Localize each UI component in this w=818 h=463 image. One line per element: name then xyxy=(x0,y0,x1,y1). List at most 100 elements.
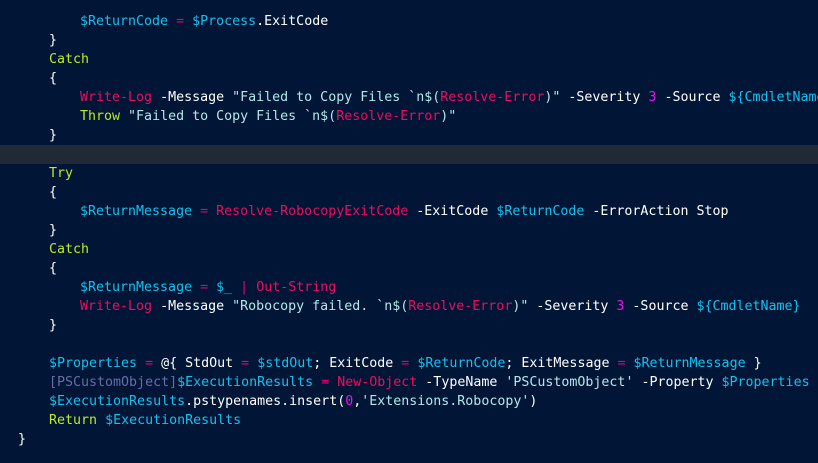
code-token: [PSCustomObject] xyxy=(49,375,178,390)
code-token: { xyxy=(49,185,58,200)
code-line[interactable]: $Properties = @{ StdOut = $stdOut; ExitC… xyxy=(0,354,818,373)
code-token: $ReturnMessage xyxy=(80,280,193,295)
code-line[interactable]: Throw "Failed to Copy Files `n$(Resolve-… xyxy=(0,107,818,126)
code-token: $ReturnMessage xyxy=(80,204,193,219)
code-token: @{ StdOut xyxy=(153,356,242,371)
code-token: { xyxy=(49,261,58,276)
code-token: ${CmdletName} xyxy=(696,299,801,314)
code-token: } xyxy=(745,356,762,371)
code-token: = xyxy=(200,280,209,295)
code-token: Out-String xyxy=(256,280,337,295)
code-line[interactable]: Try xyxy=(0,164,818,183)
code-token: ; ExitMessage xyxy=(505,356,618,371)
code-line[interactable]: } xyxy=(0,430,818,449)
code-token: } xyxy=(49,33,58,48)
code-token: } xyxy=(49,128,58,143)
code-token: Return xyxy=(49,413,98,428)
code-token: Resolve-RobocopyExitCode xyxy=(216,204,409,219)
code-token: Try xyxy=(49,166,74,181)
code-line[interactable]: Write-Log -Message "Failed to Copy Files… xyxy=(0,88,818,107)
code-line[interactable]: Catch xyxy=(0,240,818,259)
code-token: Resolve-Error xyxy=(440,90,545,105)
code-token: .pstypenames.insert( xyxy=(185,394,346,409)
code-token: -ExitCode xyxy=(408,204,497,219)
code-token: -Property xyxy=(633,375,722,390)
code-token: Resolve-Error xyxy=(336,109,441,124)
code-token: } xyxy=(18,432,27,447)
code-line[interactable]: } xyxy=(0,221,818,240)
code-token: $stdOut xyxy=(257,356,314,371)
code-token: "Robocopy failed. `n$( xyxy=(232,299,409,314)
code-line[interactable]: } xyxy=(0,316,818,335)
code-line[interactable]: } xyxy=(0,31,818,50)
code-token: $ReturnCode xyxy=(80,14,169,29)
code-line[interactable]: { xyxy=(0,259,818,278)
code-line[interactable]: Return $ExecutionResults xyxy=(0,411,818,430)
code-token: | xyxy=(240,280,249,295)
code-token: = xyxy=(241,356,250,371)
code-token: -Source xyxy=(656,90,729,105)
code-token: Resolve-Error xyxy=(408,299,513,314)
code-token: -Message xyxy=(152,299,233,314)
code-line[interactable]: $ReturnMessage = Resolve-RobocopyExitCod… xyxy=(0,202,818,221)
code-line[interactable]: $ReturnMessage = $_ | Out-String xyxy=(0,278,818,297)
code-token: = xyxy=(145,356,154,371)
code-token: = xyxy=(200,204,209,219)
code-token: $ReturnCode xyxy=(417,356,506,371)
code-token: ${CmdletName} xyxy=(728,90,818,105)
code-line[interactable]: Catch xyxy=(0,50,818,69)
code-token: 'PSCustomObject' xyxy=(505,375,634,390)
code-token: -Message xyxy=(152,90,233,105)
code-token: $_ xyxy=(216,280,233,295)
code-token: $ExecutionResults xyxy=(105,413,242,428)
code-token: $Properties xyxy=(49,356,138,371)
code-token: Write-Log xyxy=(80,299,153,314)
code-token: Write-Log xyxy=(80,90,153,105)
code-token: -Source xyxy=(624,299,697,314)
code-token: Throw xyxy=(80,109,121,124)
current-line-highlight[interactable] xyxy=(0,145,818,164)
code-line[interactable]: { xyxy=(0,183,818,202)
code-token: -Severity xyxy=(560,90,649,105)
code-token: $Process xyxy=(192,14,257,29)
code-editor[interactable]: $ReturnCode = $Process.ExitCode} Catch {Wr… xyxy=(0,0,818,463)
code-line[interactable] xyxy=(0,335,818,354)
code-token: ; ExitCode xyxy=(313,356,402,371)
code-token: -Severity xyxy=(528,299,617,314)
code-token: 'Extensions.Robocopy' xyxy=(361,394,530,409)
code-line[interactable]: [PSCustomObject]$ExecutionResults = New-… xyxy=(0,373,818,392)
code-line[interactable]: } xyxy=(0,126,818,145)
code-token: $ReturnCode xyxy=(496,204,585,219)
code-line[interactable]: { xyxy=(0,69,818,88)
code-token: "Failed to Copy Files `n$( xyxy=(128,109,337,124)
code-line[interactable]: $ReturnCode = $Process.ExitCode xyxy=(0,12,818,31)
code-line[interactable]: $ExecutionResults.pstypenames.insert(0,'… xyxy=(0,392,818,411)
code-token: Catch xyxy=(49,52,90,67)
code-token: { xyxy=(49,71,58,86)
code-token: New-Object xyxy=(337,375,418,390)
code-token: } xyxy=(49,318,58,333)
code-token: )" xyxy=(512,299,529,314)
code-token: ) xyxy=(529,394,538,409)
code-token: .ExitCode xyxy=(256,14,329,29)
code-token: "Failed to Copy Files `n$( xyxy=(232,90,441,105)
code-line[interactable]: Write-Log -Message "Robocopy failed. `n$… xyxy=(0,297,818,316)
code-token: $Properties xyxy=(721,375,810,390)
code-token: -ErrorAction Stop xyxy=(584,204,729,219)
code-token: $ReturnMessage xyxy=(633,356,746,371)
code-token: $ExecutionResults xyxy=(177,375,314,390)
